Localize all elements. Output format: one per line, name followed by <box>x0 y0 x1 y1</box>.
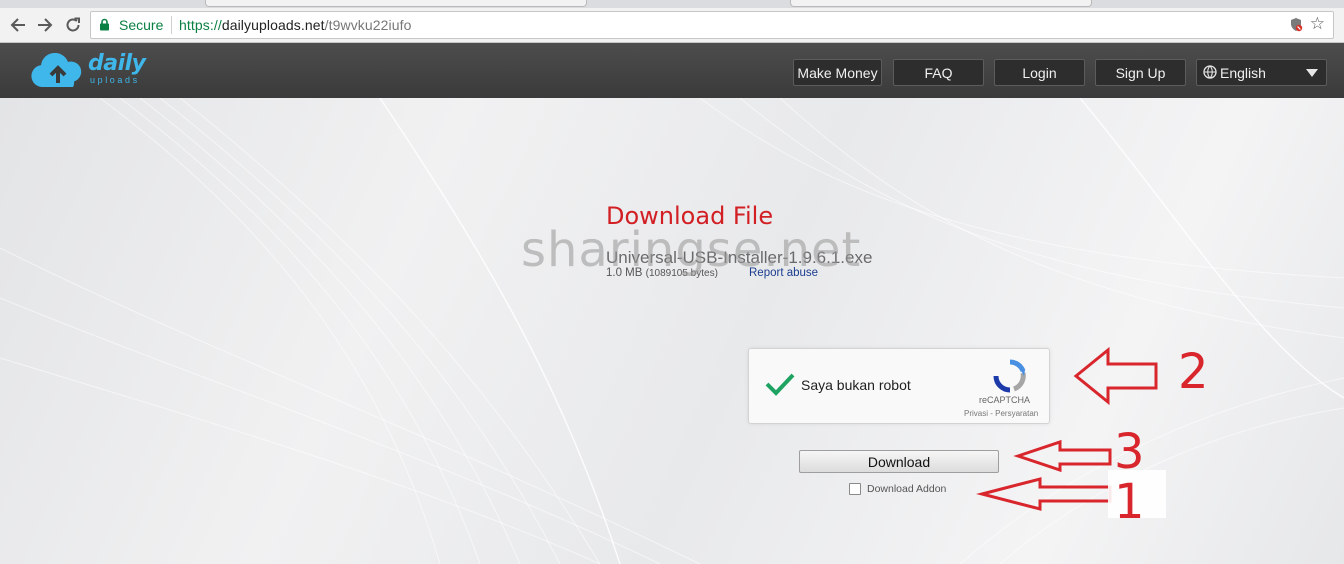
address-bar[interactable]: Secure https://dailyuploads.net/t9wvku22… <box>90 11 1334 39</box>
url-text[interactable]: https://dailyuploads.net/t9wvku22iufo <box>179 17 412 33</box>
logo-text: daily <box>88 51 146 76</box>
browser-tab[interactable] <box>790 0 1092 7</box>
url-host: dailyuploads.net <box>221 17 325 33</box>
browser-toolbar: Secure https://dailyuploads.net/t9wvku22… <box>0 8 1344 43</box>
url-protocol: https:// <box>179 17 222 33</box>
make-money-button[interactable]: Make Money <box>793 59 882 86</box>
annotation-arrow-1 <box>976 477 1112 511</box>
faq-button[interactable]: FAQ <box>893 59 984 86</box>
bookmark-star-icon[interactable]: ☆ <box>1310 15 1325 33</box>
secure-label: Secure <box>119 17 164 33</box>
login-button[interactable]: Login <box>994 59 1085 86</box>
annotation-arrow-3 <box>1013 439 1112 473</box>
logo-subtext: uploads <box>90 75 140 85</box>
site-header: daily uploads Make Money FAQ Login Sign … <box>0 43 1344 98</box>
site-logo[interactable]: daily uploads <box>30 51 160 89</box>
annotation-number-2: 2 <box>1178 344 1209 400</box>
lock-icon <box>100 18 109 31</box>
forward-arrow-icon <box>38 18 53 32</box>
annotation-arrow-2 <box>1073 346 1158 406</box>
language-label: English <box>1220 65 1266 81</box>
annotation-number-3: 3 <box>1114 424 1145 480</box>
signup-button[interactable]: Sign Up <box>1095 59 1186 86</box>
blocked-content-icon[interactable] <box>1289 17 1303 32</box>
back-arrow-icon <box>10 18 25 32</box>
annotation-number-1: 1 <box>1114 474 1145 530</box>
forward-button[interactable] <box>33 13 57 37</box>
browser-tab[interactable] <box>205 0 587 7</box>
browser-tabstrip <box>0 0 1344 8</box>
globe-icon <box>1203 65 1217 79</box>
omnibox-divider <box>171 16 172 34</box>
reload-icon <box>66 17 80 32</box>
url-path: /t9wvku22iufo <box>324 17 412 33</box>
back-button[interactable] <box>6 13 30 37</box>
cloud-upload-icon <box>31 53 82 87</box>
main-content: Download File Universal-USB-Installer-1.… <box>0 98 1344 564</box>
language-select[interactable]: English <box>1196 59 1327 86</box>
chevron-down-icon <box>1306 69 1318 77</box>
reload-button[interactable] <box>61 13 85 37</box>
